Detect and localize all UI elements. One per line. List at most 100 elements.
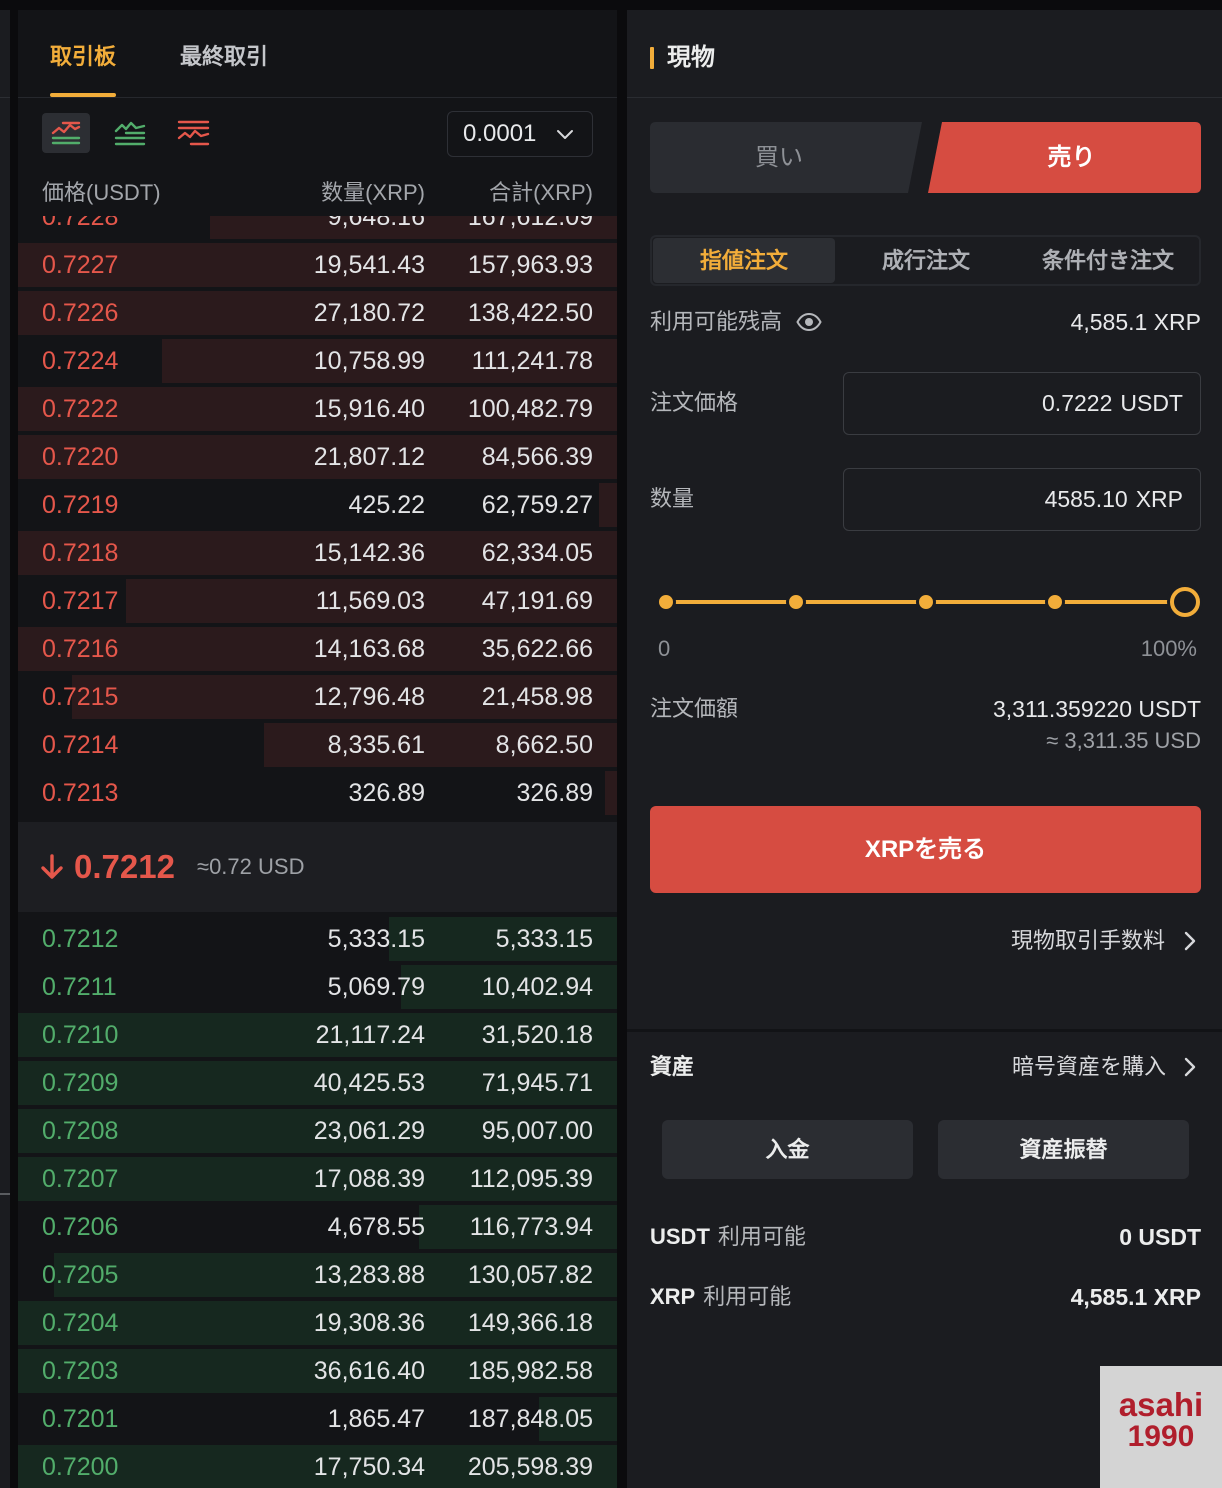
buy-crypto-link[interactable]: 暗号資産を購入 — [1012, 1052, 1166, 1082]
column-header-total: 合計(XRP) — [489, 180, 593, 205]
row-quantity: 21,117.24 — [315, 1021, 425, 1049]
row-quantity: 19,308.36 — [313, 1309, 425, 1337]
bid-row[interactable]: 0.7206 4,678.55 116,773.94 — [18, 1203, 617, 1251]
bid-row[interactable]: 0.7208 23,061.29 95,007.00 — [18, 1107, 617, 1155]
slider-handle[interactable] — [1170, 587, 1200, 617]
last-price: 0.7212 — [74, 848, 175, 885]
ask-row[interactable]: 0.7226 27,180.72 138,422.50 — [18, 289, 617, 337]
bid-row[interactable]: 0.7200 17,750.34 205,598.39 — [18, 1443, 617, 1488]
ask-row[interactable]: 0.7218 15,142.36 62,334.05 — [18, 529, 617, 577]
row-price: 0.7222 — [42, 395, 119, 423]
ask-row[interactable]: 0.7213 326.89 326.89 — [18, 769, 617, 817]
bid-row[interactable]: 0.7212 5,333.15 5,333.15 — [18, 915, 617, 963]
ask-rows: 0.7228 9,648.16 167,612.09 0.7227 19,541.43 1… — [18, 216, 617, 817]
row-total: 130,057.82 — [467, 1261, 593, 1289]
ask-row[interactable]: 0.7227 19,541.43 157,963.93 — [18, 241, 617, 289]
order-book-asks-only-icon[interactable] — [177, 118, 210, 148]
slider-min-label: 0 — [658, 636, 671, 661]
sell-tab-label: 売り — [1047, 144, 1096, 171]
amount-slider[interactable] — [656, 582, 1200, 622]
row-price: 0.7228 — [42, 216, 119, 231]
bid-row[interactable]: 0.7204 19,308.36 149,366.18 — [18, 1299, 617, 1347]
row-total: 157,963.93 — [467, 251, 593, 279]
spot-divider — [627, 97, 1222, 98]
order-price-input[interactable] — [844, 390, 1113, 417]
depth-bar — [605, 771, 617, 815]
transfer-button[interactable]: 資産振替 — [938, 1120, 1189, 1179]
slider-mark[interactable] — [785, 592, 806, 612]
row-total: 116,773.94 — [469, 1213, 593, 1241]
ask-list: 0.7228 9,648.16 167,612.09 0.7227 19,541.43 1… — [18, 216, 617, 822]
row-quantity: 13,283.88 — [313, 1261, 425, 1289]
watermark: asahi 1990 — [1100, 1366, 1222, 1488]
row-price: 0.7216 — [42, 635, 119, 663]
row-total: 31,520.18 — [481, 1021, 593, 1049]
panel-title: 現物 — [667, 44, 715, 71]
order-book-bids-only-glyph — [114, 121, 146, 146]
tab-conditional-order[interactable]: 条件付き注文 — [1017, 238, 1199, 283]
row-quantity: 12,796.48 — [313, 683, 425, 711]
chevron-right-icon[interactable] — [1183, 1056, 1197, 1078]
spot-fee-link[interactable]: 現物取引手数料 — [1011, 926, 1165, 956]
row-price: 0.7217 — [42, 587, 119, 615]
slider-mark[interactable] — [656, 592, 676, 612]
sell-tab[interactable]: 売り — [928, 122, 1201, 193]
quantity-field[interactable]: XRP — [843, 468, 1201, 531]
order-book-both-sides-icon[interactable] — [42, 113, 90, 153]
slider-mark[interactable] — [915, 592, 936, 612]
bid-row[interactable]: 0.7205 13,283.88 130,057.82 — [18, 1251, 617, 1299]
column-header-quantity: 数量(XRP) — [321, 180, 425, 205]
sell-xrp-button[interactable]: XRPを売る — [650, 806, 1201, 893]
precision-select[interactable]: 0.0001 — [447, 111, 593, 157]
row-total: 35,622.66 — [481, 635, 593, 663]
tab-recent-trades[interactable]: 最終取引 — [180, 42, 268, 72]
bid-row[interactable]: 0.7201 1,865.47 187,848.05 — [18, 1395, 617, 1443]
quantity-input[interactable] — [844, 486, 1128, 513]
tab-limit-order[interactable]: 指値注文 — [653, 238, 835, 283]
chevron-down-icon — [557, 130, 573, 139]
bid-row[interactable]: 0.7211 5,069.79 10,402.94 — [18, 963, 617, 1011]
bid-row[interactable]: 0.7207 17,088.39 112,095.39 — [18, 1155, 617, 1203]
row-quantity: 11,569.03 — [315, 587, 425, 615]
tab-order-book[interactable]: 取引板 — [50, 42, 116, 72]
precision-value: 0.0001 — [463, 120, 537, 147]
slider-mark[interactable] — [1045, 592, 1066, 612]
buy-tab-label: 買い — [755, 144, 803, 171]
ask-row[interactable]: 0.7214 8,335.61 8,662.50 — [18, 721, 617, 769]
order-book-bids-only-icon[interactable] — [114, 118, 146, 148]
ask-row[interactable]: 0.7215 12,796.48 21,458.98 — [18, 673, 617, 721]
row-total: 167,612.09 — [467, 216, 593, 231]
row-quantity: 17,088.39 — [313, 1165, 425, 1193]
assets-title: 資産 — [650, 1054, 695, 1079]
chevron-right-icon[interactable] — [1183, 930, 1197, 952]
row-price: 0.7213 — [42, 779, 119, 807]
available-balance-value: 4,585.1 XRP — [1070, 309, 1201, 335]
bid-row[interactable]: 0.7203 36,616.40 185,982.58 — [18, 1347, 617, 1395]
ask-row[interactable]: 0.7219 425.22 62,759.27 — [18, 481, 617, 529]
eye-icon[interactable] — [796, 313, 822, 331]
ask-row[interactable]: 0.7216 14,163.68 35,622.66 — [18, 625, 617, 673]
ask-row[interactable]: 0.7217 11,569.03 47,191.69 — [18, 577, 617, 625]
row-quantity: 1,865.47 — [327, 1405, 425, 1433]
bid-row[interactable]: 0.7209 40,425.53 71,945.71 — [18, 1059, 617, 1107]
row-quantity: 36,616.40 — [313, 1357, 425, 1385]
bid-rows: 0.7212 5,333.15 5,333.15 0.7211 5,069.79 10,4… — [18, 915, 617, 1488]
row-price: 0.7203 — [42, 1357, 119, 1385]
bid-row[interactable]: 0.7210 21,117.24 31,520.18 — [18, 1011, 617, 1059]
ask-row[interactable]: 0.7220 21,807.12 84,566.39 — [18, 433, 617, 481]
order-price-field[interactable]: USDT — [843, 372, 1201, 435]
row-total: 84,566.39 — [481, 443, 593, 471]
column-header-price: 価格(USDT) — [42, 180, 161, 205]
row-total: 205,598.39 — [467, 1453, 593, 1481]
last-price-usd: ≈0.72 USD — [197, 854, 305, 879]
row-total: 185,982.58 — [467, 1357, 593, 1385]
ask-row[interactable]: 0.7228 9,648.16 167,612.09 — [18, 216, 617, 241]
ask-row[interactable]: 0.7224 10,758.99 111,241.78 — [18, 337, 617, 385]
tab-market-order[interactable]: 成行注文 — [835, 238, 1017, 283]
buy-tab[interactable]: 買い — [650, 122, 922, 193]
row-quantity: 23,061.29 — [313, 1117, 425, 1145]
title-accent-bar — [650, 47, 654, 69]
row-quantity: 326.89 — [348, 779, 425, 807]
deposit-button[interactable]: 入金 — [662, 1120, 913, 1179]
ask-row[interactable]: 0.7222 15,916.40 100,482.79 — [18, 385, 617, 433]
